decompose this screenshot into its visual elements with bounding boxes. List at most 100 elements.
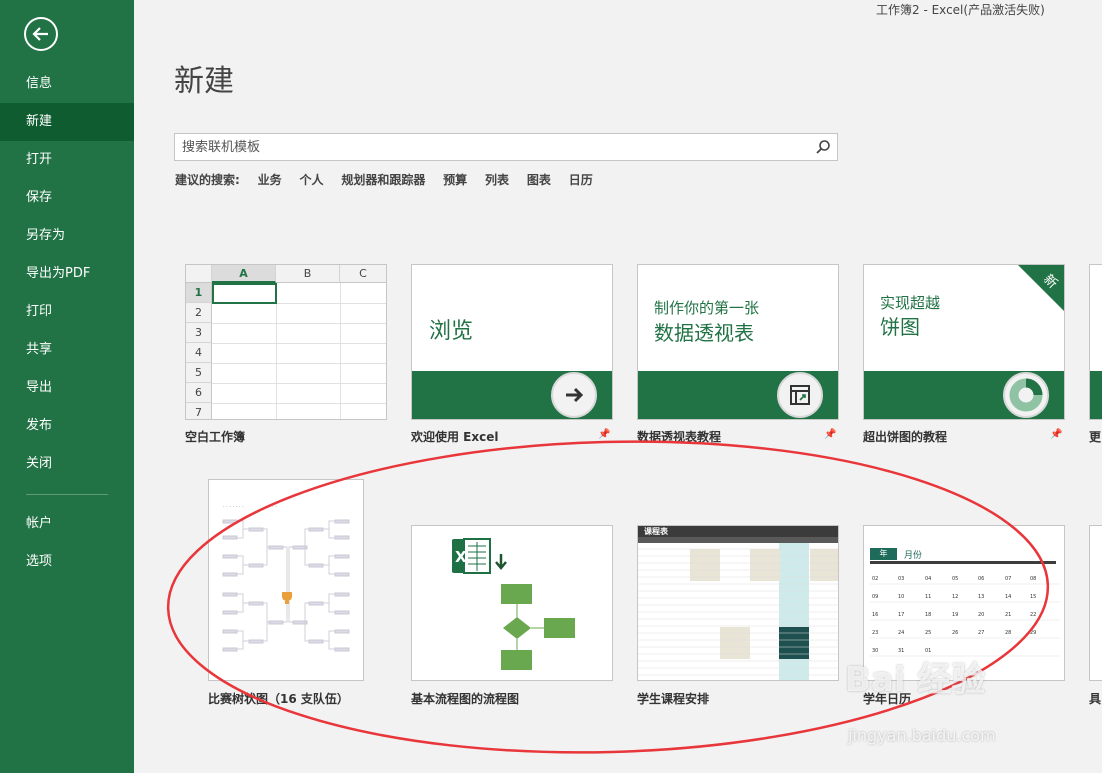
suggested-term[interactable]: 业务 [258, 173, 282, 187]
select-all-corner [186, 265, 212, 283]
suggested-term[interactable]: 日历 [569, 173, 593, 187]
template-tournament-bracket[interactable]: · · · · · · · · · · [208, 479, 364, 681]
template-welcome-excel[interactable]: 浏览 [411, 264, 613, 420]
template-pivot-tutorial[interactable]: 制作你的第一张 数据透视表 [637, 264, 839, 420]
suggested-label: 建议的搜索: [175, 173, 240, 187]
template-more-2[interactable] [1089, 525, 1102, 681]
svg-text:07: 07 [1005, 576, 1011, 582]
svg-text:16: 16 [872, 612, 878, 618]
suggested-term[interactable]: 规划器和跟踪器 [341, 173, 425, 187]
svg-text:28: 28 [1005, 630, 1011, 636]
svg-text:04: 04 [925, 576, 931, 582]
svg-text:09: 09 [872, 594, 878, 600]
suggested-searches: 建议的搜索: 业务 个人 规划器和跟踪器 预算 列表 图表 日历 [175, 171, 607, 188]
nav-export-pdf[interactable]: 导出为PDF [0, 255, 134, 293]
template-blank-workbook[interactable]: A B C 1 2 3 4 5 6 7 [185, 264, 387, 420]
suggested-term[interactable]: 列表 [485, 173, 509, 187]
nav-print[interactable]: 打印 [0, 293, 134, 331]
page-title: 新建 [174, 64, 234, 99]
nav-account[interactable]: 帐户 [0, 505, 134, 543]
svg-text:21: 21 [1005, 612, 1011, 618]
baidu-watermark: Bai 经验 [845, 660, 986, 700]
tile-subheading: 制作你的第一张 [654, 299, 760, 317]
svg-text:11: 11 [925, 594, 931, 600]
column-header: B [276, 265, 340, 283]
nav-options[interactable]: 选项 [0, 543, 134, 581]
template-flowchart[interactable]: X [411, 525, 613, 681]
template-label: 比赛树状图（16 支队伍） [208, 692, 349, 706]
svg-text:X: X [455, 548, 467, 566]
svg-text:02: 02 [872, 576, 878, 582]
pin-icon[interactable]: 📌 [824, 429, 836, 440]
nav-publish[interactable]: 发布 [0, 407, 134, 445]
svg-text:19: 19 [952, 612, 958, 618]
grid-line [212, 343, 386, 344]
nav-info[interactable]: 信息 [0, 65, 134, 103]
active-cell [212, 283, 277, 304]
svg-text:14: 14 [1005, 594, 1011, 600]
svg-text:05: 05 [952, 576, 958, 582]
column-header: C [340, 265, 386, 283]
row-header: 3 [186, 323, 212, 343]
template-beyond-pie[interactable]: 实现超越 饼图 新 [863, 264, 1065, 420]
svg-text:18: 18 [925, 612, 931, 618]
svg-text:26: 26 [952, 630, 958, 636]
baidu-watermark-url: jingyan.baidu.com [848, 726, 996, 745]
grid-line [340, 283, 341, 419]
svg-text:27: 27 [978, 630, 984, 636]
svg-text:20: 20 [978, 612, 984, 618]
nav-export[interactable]: 导出 [0, 369, 134, 407]
search-box [174, 133, 838, 161]
spreadsheet-thumbnail: A B C 1 2 3 4 5 6 7 [186, 265, 386, 419]
svg-text:10: 10 [898, 594, 904, 600]
template-label: 学生课程安排 [637, 692, 710, 706]
nav-save-as[interactable]: 另存为 [0, 217, 134, 255]
svg-text:22: 22 [1030, 612, 1036, 618]
template-student-schedule[interactable]: 课程表 [637, 525, 839, 681]
column-header: A [212, 265, 276, 283]
template-more[interactable] [1089, 264, 1102, 420]
window-title: 工作簿2 - Excel(产品激活失败) [876, 3, 1045, 17]
nav-new[interactable]: 新建 [0, 103, 134, 141]
svg-text:03: 03 [898, 576, 904, 582]
svg-text:08: 08 [1030, 576, 1036, 582]
backstage-sidebar: 信息 新建 打开 保存 另存为 导出为PDF 打印 共享 导出 发布 关闭 帐户… [0, 0, 134, 773]
pin-icon[interactable]: 📌 [1050, 429, 1062, 440]
search-input[interactable] [175, 134, 795, 160]
arrow-right-icon [566, 387, 584, 403]
suggested-term[interactable]: 预算 [443, 173, 467, 187]
svg-text:15: 15 [1030, 594, 1036, 600]
calendar-rule [870, 561, 1056, 564]
back-button[interactable] [24, 17, 58, 51]
search-icon[interactable] [815, 139, 831, 155]
template-label: 基本流程图的流程图 [411, 692, 520, 706]
pin-icon[interactable]: 📌 [598, 429, 610, 440]
pivot-table-icon [790, 385, 810, 405]
flowchart-thumbnail: X [452, 538, 575, 670]
row-header: 2 [186, 303, 212, 323]
suggested-term[interactable]: 个人 [299, 173, 323, 187]
tile-heading: 浏览 [429, 319, 474, 344]
svg-text:25: 25 [925, 630, 931, 636]
template-label: 空白工作簿 [185, 430, 246, 444]
template-label: 更 [1089, 430, 1102, 444]
svg-text:12: 12 [952, 594, 958, 600]
nav-close[interactable]: 关闭 [0, 445, 134, 483]
svg-text:06: 06 [978, 576, 984, 582]
nav-open[interactable]: 打开 [0, 141, 134, 179]
template-label: 具 [1089, 692, 1102, 706]
svg-text:24: 24 [898, 630, 904, 636]
suggested-term[interactable]: 图表 [527, 173, 551, 187]
svg-text:· · ·: · · · [269, 504, 277, 510]
row-header: 4 [186, 343, 212, 363]
grid-line [212, 403, 386, 404]
nav-save[interactable]: 保存 [0, 179, 134, 217]
template-label: 欢迎使用 Excel [411, 430, 499, 444]
arrow-right-circle [551, 372, 597, 418]
svg-text:23: 23 [872, 630, 878, 636]
pivot-circle [777, 372, 823, 418]
row-header: 1 [186, 283, 212, 303]
tile-heading: 数据透视表 [654, 321, 754, 345]
nav-share[interactable]: 共享 [0, 331, 134, 369]
row-header: 7 [186, 403, 212, 419]
